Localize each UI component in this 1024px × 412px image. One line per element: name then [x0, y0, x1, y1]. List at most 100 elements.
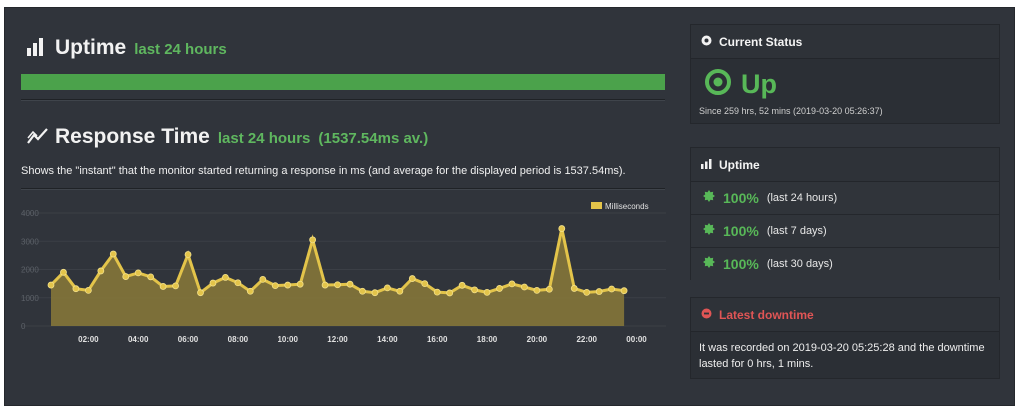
uptime-row: 100% (last 7 days): [691, 215, 999, 248]
current-status-panel: Current Status Up Since 259 hrs, 52 mins…: [690, 24, 1000, 124]
uptime-title: Uptime: [55, 36, 127, 59]
current-status-header: Current Status: [691, 25, 999, 59]
data-point[interactable]: [122, 273, 130, 280]
data-point[interactable]: [246, 287, 254, 295]
x-tick-label: 02:00: [78, 335, 99, 344]
uptime-period: (last 30 days): [766, 258, 833, 270]
x-tick-label: 12:00: [327, 335, 348, 344]
response-time-chart: 0 1000 2000 3000 4000 02:00 04:00 06:00 08:00 10…: [21, 190, 666, 365]
status-indicator: Up: [691, 59, 999, 100]
data-point[interactable]: [184, 251, 192, 258]
uptime-heading: Uptime last 24 hours: [27, 36, 227, 60]
data-point[interactable]: [483, 288, 491, 296]
uptime-panel: Uptime 100% (last 24 hours) 100% (last 7…: [690, 147, 1000, 280]
data-point[interactable]: [72, 285, 80, 293]
data-point[interactable]: [296, 280, 304, 288]
data-point[interactable]: [259, 275, 267, 283]
x-tick-label: 20:00: [527, 335, 548, 344]
response-description: Shows the "instant" that the monitor sta…: [21, 165, 626, 177]
up-circle-icon: [705, 69, 731, 100]
data-point[interactable]: [458, 281, 466, 289]
data-point[interactable]: [309, 236, 317, 244]
data-point[interactable]: [608, 285, 616, 293]
data-point[interactable]: [346, 280, 354, 288]
status-since: Since 259 hrs, 52 mins (2019-03-20 05:26…: [699, 106, 883, 116]
x-tick-label: 16:00: [427, 335, 448, 344]
badge-icon: [703, 255, 715, 273]
y-tick-label: 0: [21, 322, 26, 331]
uptime-percent: 100%: [723, 256, 759, 272]
data-point[interactable]: [496, 285, 503, 292]
x-tick-label: 06:00: [178, 335, 199, 344]
data-point[interactable]: [471, 286, 478, 294]
legend-label: Milliseconds: [605, 202, 649, 211]
data-point[interactable]: [334, 281, 341, 289]
x-tick-label: 00:00: [626, 335, 647, 344]
data-point[interactable]: [222, 274, 229, 281]
response-average: (1537.54ms av.): [318, 130, 429, 147]
x-tick-label: 18:00: [477, 335, 498, 344]
uptime-bar: [21, 74, 665, 90]
data-point[interactable]: [433, 288, 441, 296]
data-point[interactable]: [408, 275, 416, 282]
data-point[interactable]: [583, 288, 591, 296]
data-point[interactable]: [521, 283, 528, 291]
data-point[interactable]: [620, 287, 628, 295]
uptime-panel-header: Uptime: [691, 148, 999, 182]
data-point[interactable]: [284, 281, 292, 289]
divider: [21, 99, 665, 101]
bar-chart-icon: [27, 38, 47, 56]
data-point[interactable]: [47, 281, 55, 289]
dot-circle-icon: [701, 35, 712, 49]
data-point[interactable]: [147, 273, 155, 281]
x-tick-label: 10:00: [277, 335, 298, 344]
data-point[interactable]: [446, 289, 454, 297]
data-point[interactable]: [396, 287, 404, 295]
data-point[interactable]: [197, 289, 204, 297]
data-point[interactable]: [209, 279, 217, 287]
x-tick-label: 04:00: [128, 335, 149, 344]
uptime-row: 100% (last 30 days): [691, 248, 999, 280]
data-point[interactable]: [558, 225, 566, 232]
y-tick-label: 3000: [21, 237, 39, 246]
data-point[interactable]: [533, 287, 541, 294]
uptime-percent: 100%: [723, 190, 759, 206]
data-point[interactable]: [508, 280, 516, 288]
uptime-panel-title: Uptime: [719, 157, 760, 172]
data-point[interactable]: [159, 283, 167, 290]
x-tick-label: 22:00: [576, 335, 597, 344]
data-point[interactable]: [595, 288, 603, 295]
data-point[interactable]: [109, 250, 117, 258]
uptime-row: 100% (last 24 hours): [691, 182, 999, 215]
x-tick-label: 08:00: [228, 335, 249, 344]
data-point[interactable]: [134, 269, 142, 277]
data-point[interactable]: [421, 280, 429, 288]
data-point[interactable]: [234, 279, 242, 287]
status-text: Up: [741, 69, 777, 99]
series-area: [51, 228, 625, 326]
response-subtitle: last 24 hours: [217, 130, 311, 147]
data-point[interactable]: [371, 289, 379, 297]
data-point[interactable]: [383, 284, 391, 292]
data-point[interactable]: [172, 282, 179, 290]
data-point[interactable]: [97, 267, 105, 275]
legend-swatch: [591, 202, 602, 209]
data-point[interactable]: [570, 285, 578, 292]
badge-icon: [703, 222, 715, 240]
uptime-period: (last 7 days): [766, 225, 827, 237]
x-tick-label: 14:00: [377, 335, 398, 344]
data-point[interactable]: [321, 281, 329, 289]
y-tick-label: 4000: [21, 209, 39, 218]
response-heading: Response Time last 24 hours (1537.54ms a…: [27, 125, 428, 149]
uptime-subtitle: last 24 hours: [134, 41, 227, 58]
latest-downtime-title: Latest downtime: [719, 307, 814, 322]
data-point[interactable]: [60, 268, 67, 276]
uptime-percent: 100%: [723, 223, 759, 239]
latest-downtime-panel: Latest downtime It was recorded on 2019-…: [690, 297, 1000, 379]
latest-downtime-header: Latest downtime: [691, 298, 999, 332]
data-point[interactable]: [359, 287, 366, 295]
latest-downtime-text: It was recorded on 2019-03-20 05:25:28 a…: [699, 342, 985, 370]
data-point[interactable]: [545, 285, 553, 293]
data-point[interactable]: [271, 282, 279, 290]
data-point[interactable]: [84, 287, 92, 294]
